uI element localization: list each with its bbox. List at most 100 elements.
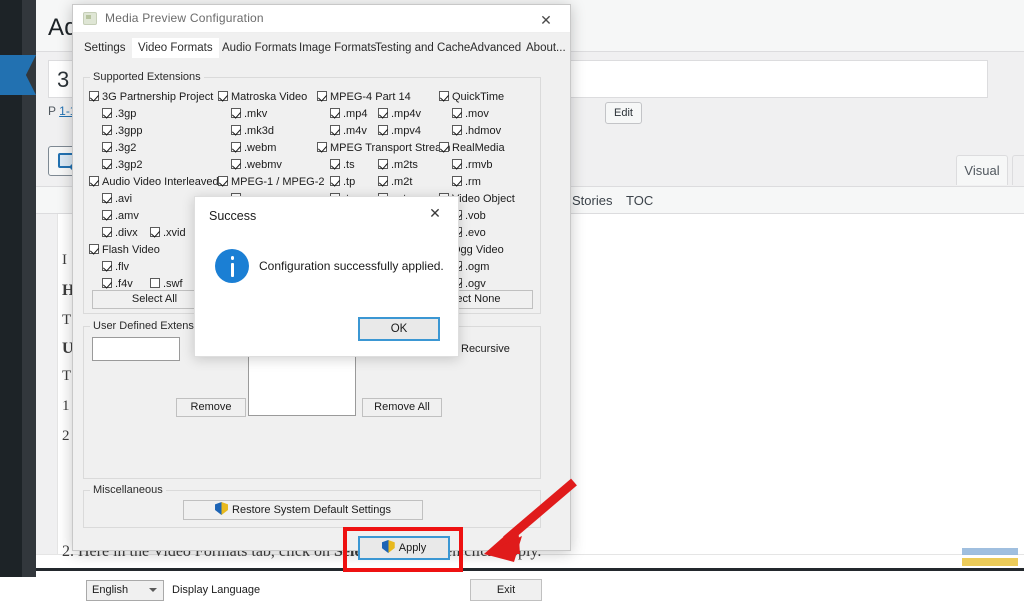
apply-button[interactable]: Apply bbox=[358, 536, 450, 560]
checkbox-label: MPEG-4 Part 14 bbox=[330, 91, 411, 103]
exit-button[interactable]: Exit bbox=[470, 579, 542, 601]
checkbox-box bbox=[439, 91, 449, 101]
shield-icon bbox=[215, 502, 228, 515]
checkbox-webmv[interactable]: .webmv bbox=[231, 159, 282, 172]
checkbox-mkv[interactable]: .mkv bbox=[231, 108, 267, 121]
tab-about[interactable]: About... bbox=[520, 38, 572, 58]
checkbox-box bbox=[102, 227, 112, 237]
checkbox-box bbox=[317, 91, 327, 101]
permalink-label: P bbox=[48, 104, 56, 118]
checkbox-mov[interactable]: .mov bbox=[452, 108, 489, 121]
display-language-value: English bbox=[92, 584, 129, 596]
checkbox-box bbox=[102, 193, 112, 203]
checkbox-avi[interactable]: .avi bbox=[102, 193, 132, 206]
remove-button[interactable]: Remove bbox=[176, 398, 246, 417]
checkbox-label: Ogg Video bbox=[452, 244, 504, 256]
tab-visual[interactable]: Visual bbox=[956, 155, 1008, 185]
close-icon[interactable]: ✕ bbox=[418, 201, 452, 225]
edit-permalink-button[interactable]: Edit bbox=[605, 102, 642, 124]
checkbox-label: .amv bbox=[115, 210, 139, 222]
checkbox-3g-partnership-project[interactable]: 3G Partnership Project bbox=[89, 91, 213, 104]
checkbox-label: .hdmov bbox=[465, 125, 502, 137]
checkbox-m2t[interactable]: .m2t bbox=[378, 176, 412, 189]
checkbox-label: .tp bbox=[343, 176, 356, 188]
checkbox-label: QuickTime bbox=[452, 91, 505, 103]
checkbox-m4v[interactable]: .m4v bbox=[330, 125, 367, 138]
close-icon[interactable]: ✕ bbox=[528, 9, 564, 31]
checkbox-label: Audio Video Interleaved bbox=[102, 176, 219, 188]
checkbox-mp4[interactable]: .mp4 bbox=[330, 108, 367, 121]
checkbox-tp[interactable]: .tp bbox=[330, 176, 355, 189]
checkbox-divx[interactable]: .divx bbox=[102, 227, 138, 240]
checkbox-label: .rm bbox=[465, 176, 481, 188]
checkbox-label: .mov bbox=[465, 108, 489, 120]
checkbox-flash-video[interactable]: Flash Video bbox=[89, 244, 160, 257]
checkbox-box bbox=[102, 210, 112, 220]
checkbox-amv[interactable]: .amv bbox=[102, 210, 139, 223]
tab-audio-formats[interactable]: Audio Formats bbox=[216, 38, 303, 58]
checkbox-box bbox=[89, 176, 99, 186]
window-title: Media Preview Configuration bbox=[105, 11, 264, 25]
checkbox-label: .mk3d bbox=[244, 125, 274, 137]
remove-all-button[interactable]: Remove All bbox=[362, 398, 442, 417]
checkbox-label: .divx bbox=[115, 227, 138, 239]
checkbox-webm[interactable]: .webm bbox=[231, 142, 276, 155]
checkbox-box bbox=[378, 176, 388, 186]
success-dialog-title: Success bbox=[209, 209, 257, 223]
checkbox-ts[interactable]: .ts bbox=[330, 159, 355, 172]
checkbox-box bbox=[218, 176, 228, 186]
checkbox-flv[interactable]: .flv bbox=[102, 261, 129, 274]
tab-video-formats[interactable]: Video Formats bbox=[132, 38, 219, 58]
checkbox-3gpp[interactable]: .3gpp bbox=[102, 125, 143, 138]
checkbox-box bbox=[231, 108, 241, 118]
checkbox-mp4v[interactable]: .mp4v bbox=[378, 108, 421, 121]
checkbox-label: RealMedia bbox=[452, 142, 505, 154]
checkbox-3g2[interactable]: .3g2 bbox=[102, 142, 136, 155]
editor-tool-stories[interactable]: Stories bbox=[572, 193, 612, 208]
tab-text[interactable]: T bbox=[1012, 155, 1024, 185]
checkbox-mk3d[interactable]: .mk3d bbox=[231, 125, 274, 138]
checkbox-rm[interactable]: .rm bbox=[452, 176, 481, 189]
tab-testing-and-cache[interactable]: Testing and Cache bbox=[369, 38, 476, 58]
checkbox-label: .mpv4 bbox=[391, 125, 421, 137]
checkbox-mpv4[interactable]: .mpv4 bbox=[378, 125, 421, 138]
bg-editor-gutter bbox=[36, 214, 58, 554]
checkbox-label: .webm bbox=[244, 142, 277, 154]
checkbox-mpeg-transport-stream[interactable]: MPEG Transport Stream bbox=[317, 142, 450, 155]
checkbox-label: Flash Video bbox=[102, 244, 160, 256]
apply-button-label: Apply bbox=[398, 542, 427, 554]
tab-advanced[interactable]: Advanced bbox=[464, 38, 527, 58]
checkbox-3gp2[interactable]: .3gp2 bbox=[102, 159, 143, 172]
checkbox-box bbox=[231, 142, 241, 152]
checkbox-box bbox=[330, 159, 340, 169]
annotation-arrow bbox=[484, 478, 577, 562]
checkbox-matroska-video[interactable]: Matroska Video bbox=[218, 91, 307, 104]
checkbox-realmedia[interactable]: RealMedia bbox=[439, 142, 505, 155]
ok-button[interactable]: OK bbox=[358, 317, 440, 341]
checkbox-label: .swf bbox=[163, 278, 183, 290]
checkbox-box bbox=[89, 91, 99, 101]
checkbox-hdmov[interactable]: .hdmov bbox=[452, 125, 501, 138]
checkbox-mpeg-4-part-14[interactable]: MPEG-4 Part 14 bbox=[317, 91, 411, 104]
checkbox-box bbox=[218, 91, 228, 101]
editor-tool-toc[interactable]: TOC bbox=[626, 193, 653, 208]
user-defined-extension-input[interactable] bbox=[92, 337, 180, 361]
checkbox-rmvb[interactable]: .rmvb bbox=[452, 159, 493, 172]
checkbox-label: .xvid bbox=[163, 227, 186, 239]
checkbox-audio-video-interleaved[interactable]: Audio Video Interleaved bbox=[89, 176, 219, 189]
checkbox-box bbox=[231, 159, 241, 169]
display-language-select[interactable]: English bbox=[86, 580, 164, 601]
checkbox-label: .3gp bbox=[115, 108, 137, 120]
window-title-bar[interactable]: Media Preview Configuration ✕ bbox=[73, 5, 570, 33]
checkbox-quicktime[interactable]: QuickTime bbox=[439, 91, 504, 104]
restore-system-default-settings-button[interactable]: Restore System Default Settings bbox=[183, 500, 423, 520]
checkbox-xvid[interactable]: .xvid bbox=[150, 227, 186, 240]
checkbox-label: 3G Partnership Project bbox=[102, 91, 214, 103]
tab-settings[interactable]: Settings bbox=[78, 38, 132, 58]
checkbox-mpeg-1-mpeg-2[interactable]: MPEG-1 / MPEG-2 bbox=[218, 176, 325, 189]
checkbox-label: .m4v bbox=[343, 125, 367, 137]
checkbox-box bbox=[452, 159, 462, 169]
checkbox-box bbox=[102, 278, 112, 288]
checkbox-3gp[interactable]: .3gp bbox=[102, 108, 136, 121]
checkbox-m2ts[interactable]: .m2ts bbox=[378, 159, 418, 172]
